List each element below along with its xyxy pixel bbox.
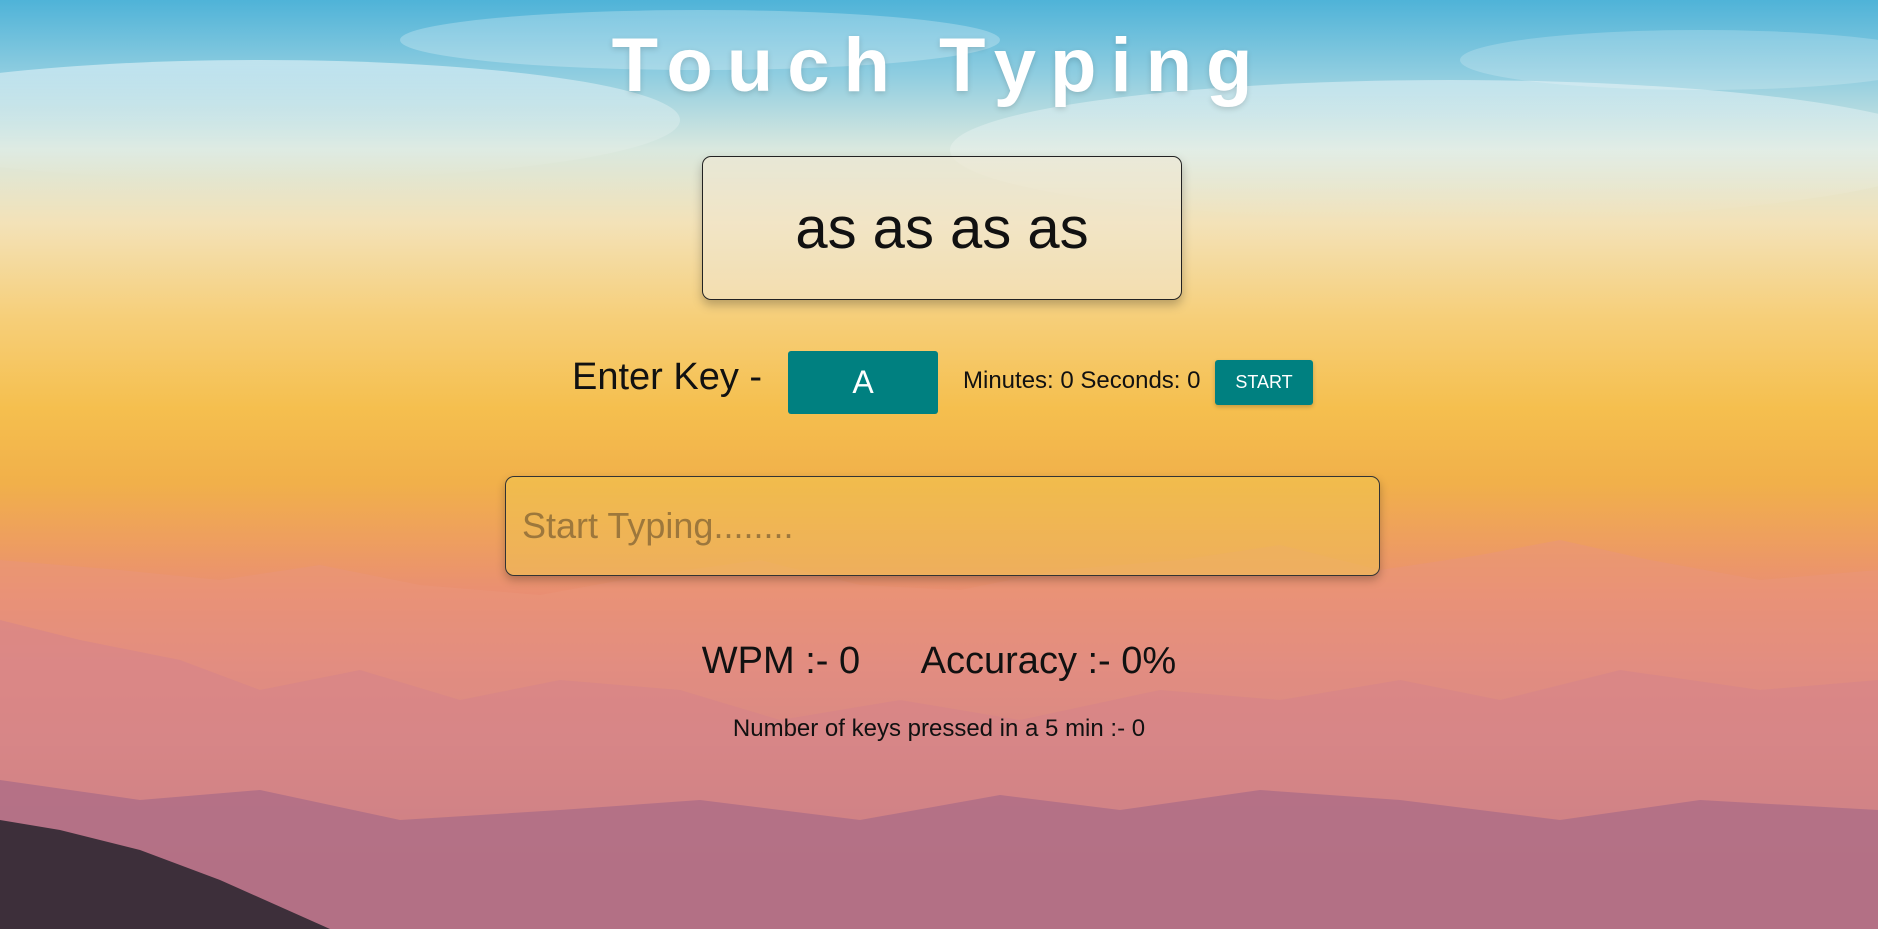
accuracy-value: Accuracy :- 0% [920,640,1177,682]
page-title: Touch Typing [611,23,1267,108]
timer-readout: Minutes: 0 Seconds: 0 [963,367,1201,394]
prompt-text-box: as as as as [702,156,1182,300]
keys-pressed-count: Number of keys pressed in a 5 min :- 0 [732,715,1146,742]
enter-key-label: Enter Key - [572,356,763,398]
current-key-display: A [788,351,938,414]
wpm-value: WPM :- 0 [701,640,861,682]
typing-input[interactable] [505,476,1380,576]
start-button[interactable]: START [1215,360,1313,405]
stats-row: WPM :- 0 Accuracy :- 0% [0,640,1878,683]
mountain-background [0,10,1878,929]
